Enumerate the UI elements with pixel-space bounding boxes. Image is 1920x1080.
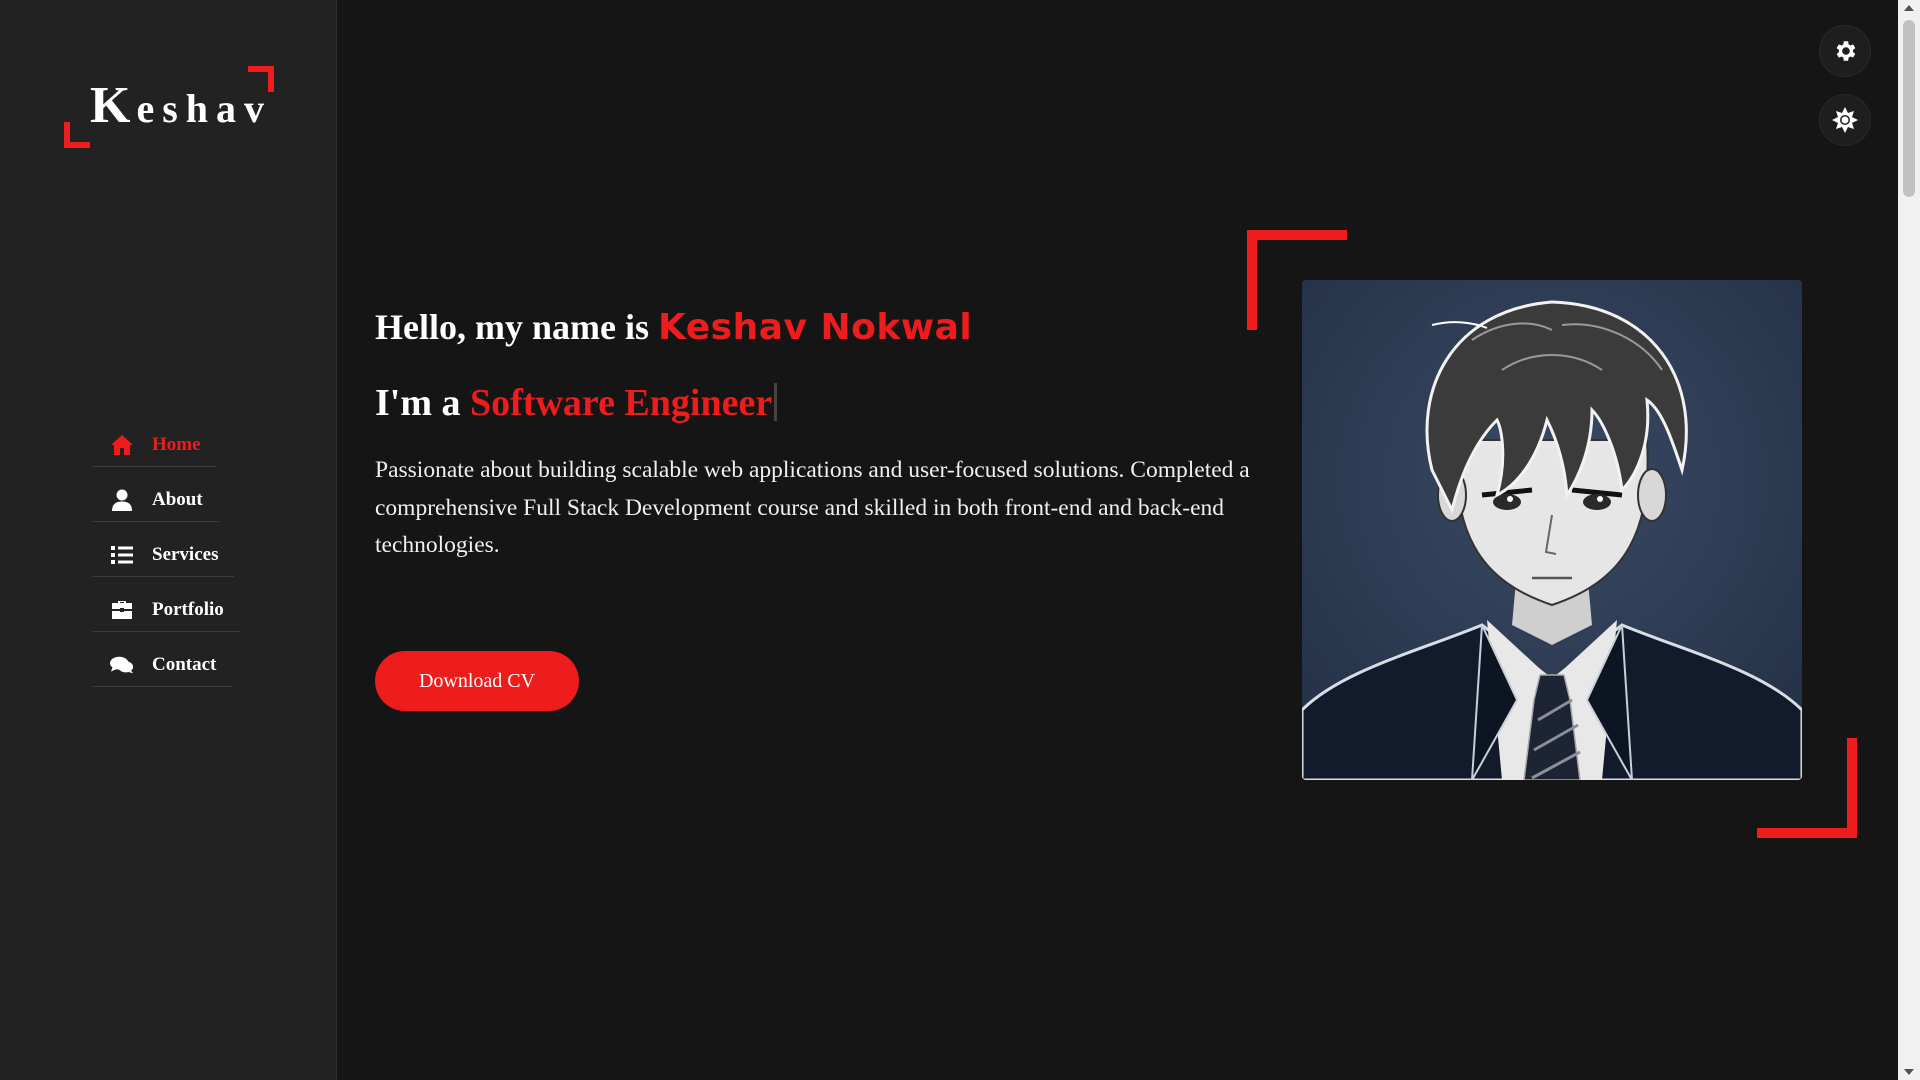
greeting-text: Hello, my name is (375, 307, 658, 347)
nav-item-label: Portfolio (152, 599, 224, 620)
user-icon (110, 489, 134, 511)
logo-corner-bottom-left (64, 122, 90, 148)
scroll-thumb[interactable] (1903, 20, 1915, 197)
page-scrollbar[interactable] (1898, 0, 1920, 1080)
theme-toggle-button[interactable] (1820, 95, 1870, 145)
logo-initial: K (90, 77, 137, 134)
nav-item-label: Services (152, 544, 219, 565)
nav-item-label: About (152, 489, 203, 510)
comments-icon (110, 654, 134, 676)
nav-item-contact[interactable]: Contact (92, 644, 233, 687)
nav-item-about[interactable]: About (92, 479, 219, 522)
nav-item-portfolio[interactable]: Portfolio (92, 589, 240, 632)
typing-cursor (774, 383, 778, 421)
hero-role: I'm a Software Engineer (375, 381, 778, 425)
role-typed-text: Software Engineer (470, 382, 773, 424)
home-icon (110, 434, 134, 456)
main-nav: Home About Services Portfolio Contact (92, 424, 240, 699)
profile-portrait (1302, 280, 1802, 780)
briefcase-icon (110, 599, 134, 621)
sidebar: Keshav Home About Services Portfolio Con… (0, 0, 337, 1080)
hero-section: Hello, my name is Keshav Nokwal I'm a So… (338, 0, 1898, 1080)
scroll-up-arrow-icon[interactable] (1904, 5, 1914, 11)
hero-greeting: Hello, my name is Keshav Nokwal (375, 306, 972, 348)
logo-rest: eshav (136, 86, 273, 131)
logo[interactable]: Keshav (64, 66, 274, 148)
settings-button[interactable] (1820, 26, 1870, 76)
logo-text: Keshav (90, 76, 272, 135)
list-icon (110, 544, 134, 566)
hero-description: Passionate about building scalable web a… (375, 457, 1250, 558)
gear-icon (1832, 38, 1858, 64)
sun-icon (1831, 106, 1859, 134)
nav-item-home[interactable]: Home (92, 424, 217, 467)
nav-item-services[interactable]: Services (92, 534, 235, 577)
download-cv-button[interactable]: Download CV (375, 651, 579, 711)
scroll-down-arrow-icon[interactable] (1904, 1069, 1914, 1075)
hero-name: Keshav Nokwal (657, 307, 973, 348)
role-prefix: I'm a (375, 382, 470, 424)
nav-item-label: Contact (152, 654, 217, 675)
nav-item-label: Home (152, 434, 201, 455)
